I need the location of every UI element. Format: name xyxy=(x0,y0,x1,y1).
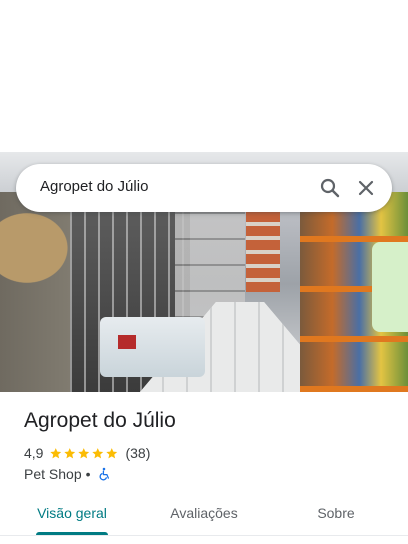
separator-dot: • xyxy=(85,466,91,482)
star-icon xyxy=(78,447,90,458)
tab-overview[interactable]: Visão geral xyxy=(20,494,124,534)
star-icon xyxy=(92,447,104,458)
search-bar[interactable]: Agropet do Júlio xyxy=(16,164,392,212)
place-tabs: Visão geral Avaliações Sobre xyxy=(0,494,408,536)
wheelchair-icon xyxy=(97,467,111,481)
category-row: Pet Shop • xyxy=(24,465,111,483)
star-icon xyxy=(50,447,62,458)
place-title: Agropet do Júlio xyxy=(24,409,176,432)
photo-back-shelf xyxy=(246,212,280,292)
review-count[interactable]: (38) xyxy=(125,445,150,461)
search-icon[interactable] xyxy=(318,176,342,200)
map-blank-area xyxy=(0,0,408,152)
star-icon xyxy=(64,447,76,458)
tabs-divider xyxy=(0,535,408,536)
close-icon[interactable] xyxy=(354,176,378,200)
rating-stars xyxy=(49,447,119,460)
place-category[interactable]: Pet Shop xyxy=(24,466,82,482)
rating-value: 4,9 xyxy=(24,445,44,461)
star-icon xyxy=(106,447,118,458)
tab-reviews[interactable]: Avaliações xyxy=(152,494,256,534)
search-input[interactable]: Agropet do Júlio xyxy=(40,178,148,195)
tab-about[interactable]: Sobre xyxy=(284,494,388,534)
rating-row[interactable]: 4,9 (38) xyxy=(24,444,150,462)
photo-green-bag xyxy=(372,242,408,332)
photo-feed-bags xyxy=(100,317,205,377)
